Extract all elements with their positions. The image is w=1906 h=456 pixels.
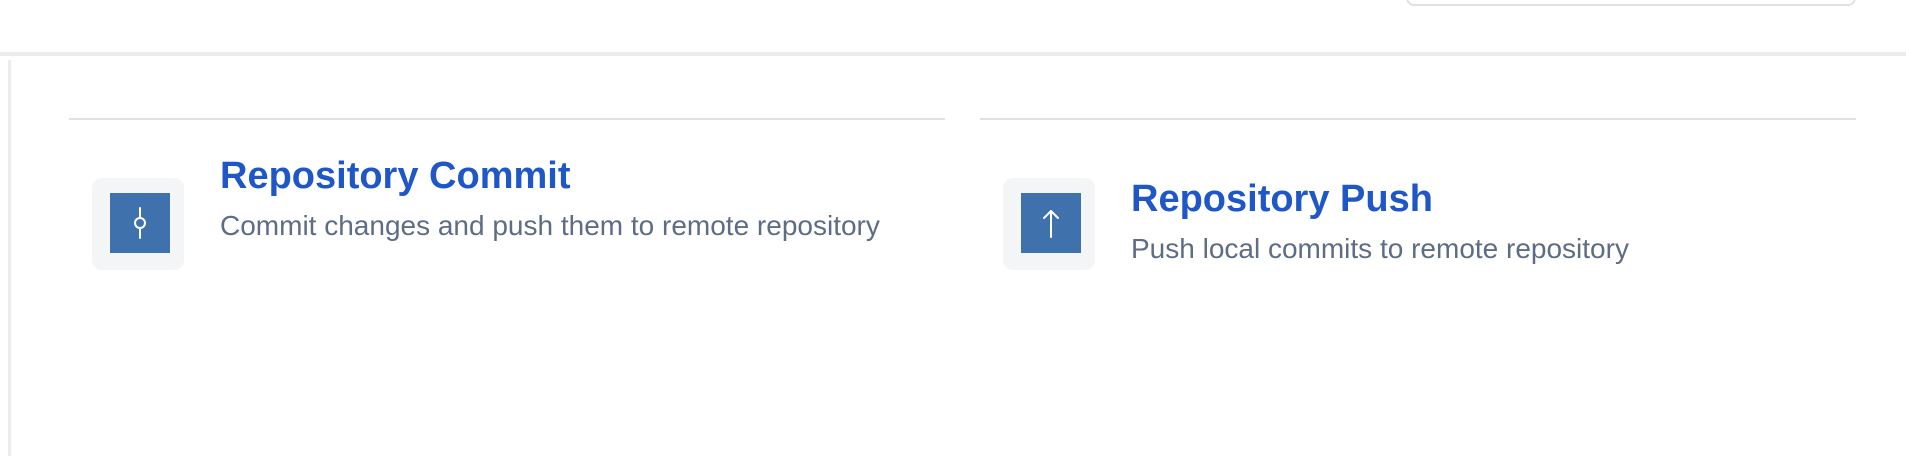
card-divider [69,118,945,120]
commit-icon-container [92,178,184,270]
top-toolbar [0,0,1906,56]
commit-icon [110,193,170,253]
repository-push-description: Push local commits to remote repository [1131,233,1629,264]
repository-push-text: Repository Push Push local commits to re… [1131,178,1856,272]
integration-actions-page: Repository Commit Commit changes and pus… [0,0,1906,456]
search-input[interactable] [1406,0,1856,6]
repository-commit-text: Repository Commit Commit changes and pus… [220,155,945,249]
left-panel-border [8,60,11,456]
repository-commit-card[interactable]: Repository Commit Commit changes and pus… [69,118,945,328]
push-icon-container [1003,178,1095,270]
card-divider [980,118,1856,120]
repository-commit-link[interactable]: Repository Commit [220,155,945,197]
arrow-up-icon [1021,193,1081,253]
repository-push-link[interactable]: Repository Push [1131,178,1856,220]
action-cards: Repository Commit Commit changes and pus… [69,118,1858,358]
repository-push-card[interactable]: Repository Push Push local commits to re… [980,118,1856,328]
repository-commit-description: Commit changes and push them to remote r… [220,210,880,241]
